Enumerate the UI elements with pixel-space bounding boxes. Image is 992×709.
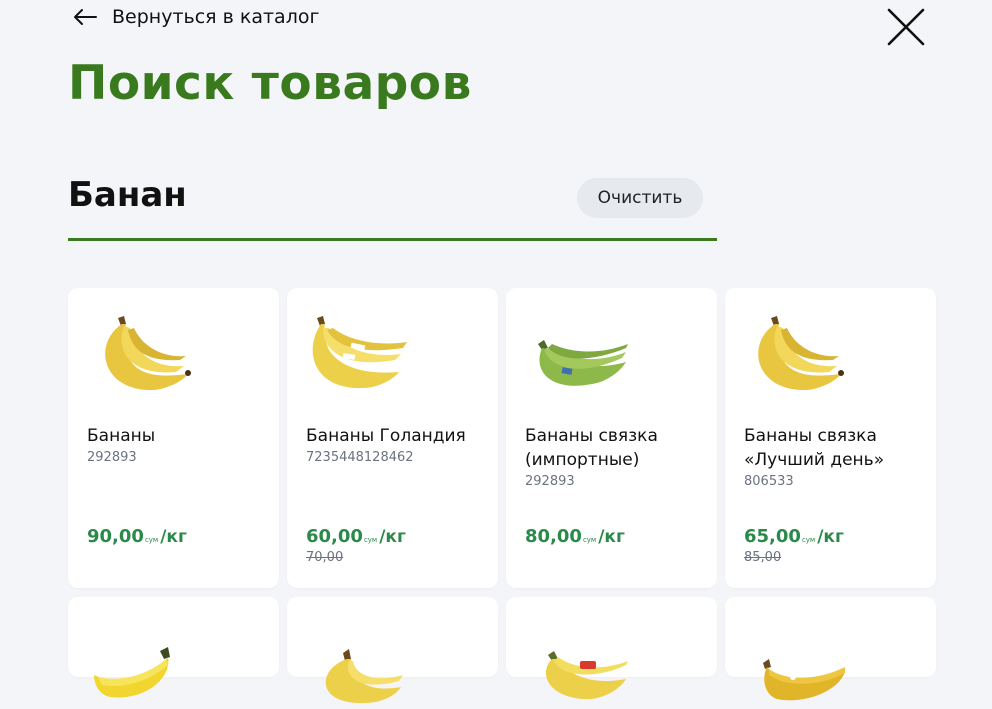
product-sku: 806533 [744,474,794,489]
product-card[interactable] [68,597,279,698]
old-price: 85,00 [744,550,782,565]
close-icon [887,8,925,46]
product-sku: 292893 [525,474,575,489]
product-price: 60,00сум/кг [306,526,406,547]
back-label: Вернуться в каталог [112,6,320,28]
banana-image [94,647,170,698]
product-card[interactable]: Бананы связка (импортные) 292893 80,00су… [506,288,717,588]
product-price: 80,00сум/кг [525,526,625,547]
product-price: 65,00сум/кг [744,526,844,547]
product-price: 90,00сум/кг [87,526,187,547]
close-button[interactable] [885,6,927,48]
product-card[interactable] [287,597,498,704]
product-sku: 7235448128462 [306,450,414,465]
product-name: Бананы [87,426,156,446]
page-title: Поиск товаров [68,56,472,111]
search-bar: Очистить [68,168,717,241]
clear-button[interactable]: Очистить [577,178,703,218]
banana-image [105,316,191,391]
search-input[interactable] [68,172,528,218]
product-card[interactable] [506,597,717,700]
product-name: Бананы связка «Лучший день» [744,426,885,470]
product-card[interactable]: Бананы связка «Лучший день» 806533 65,00… [725,288,936,588]
product-name: Бананы связка (импортные) [525,426,658,470]
banana-image [312,316,407,389]
banana-image [325,649,403,704]
product-sku: 292893 [87,450,137,465]
product-card[interactable]: Бананы 292893 90,00сум/кг [68,288,279,588]
banana-image [763,659,845,701]
banana-image [758,316,844,391]
banana-image [545,651,628,700]
old-price: 70,00 [306,550,344,565]
back-to-catalog-link[interactable]: Вернуться в каталог [72,6,319,28]
arrow-left-icon [74,9,97,25]
product-card[interactable] [725,597,936,701]
product-name: Бананы Голандия [306,426,466,446]
product-card[interactable]: Бананы Голандия 7235448128462 60,00сум/к… [287,288,498,588]
banana-image [538,340,628,386]
